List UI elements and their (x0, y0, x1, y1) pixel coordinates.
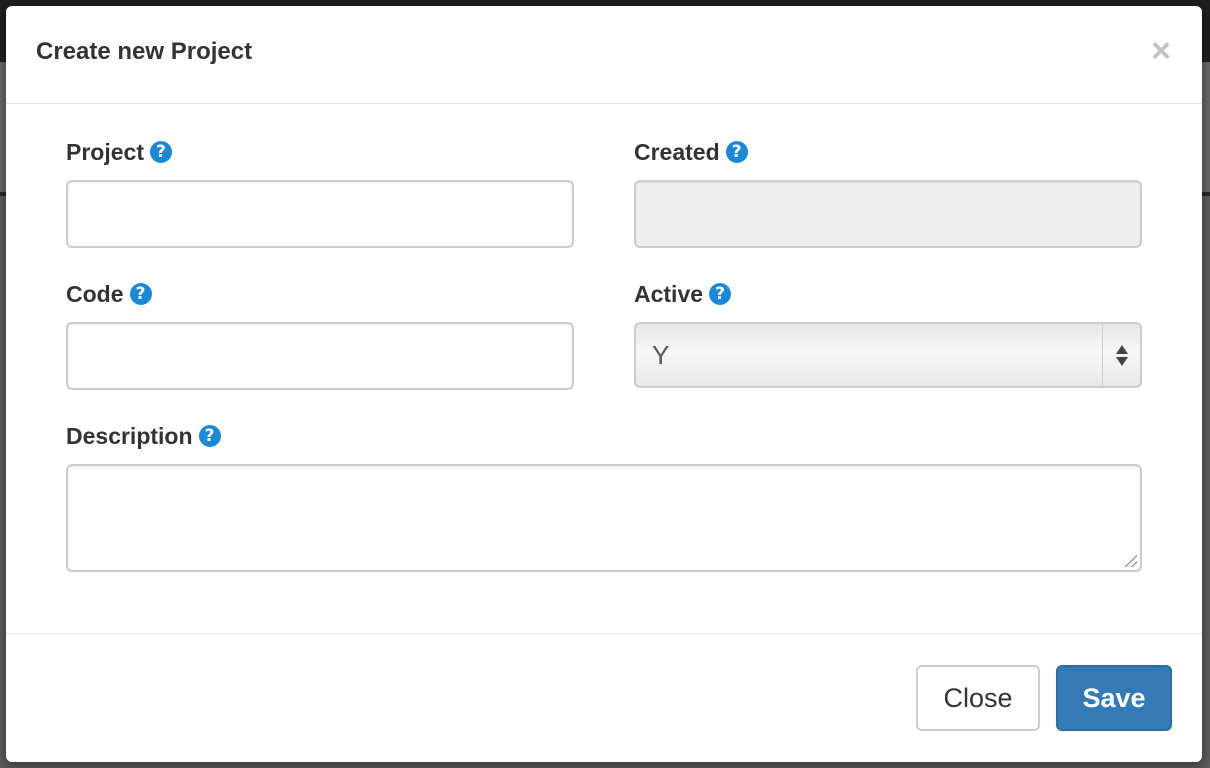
created-label-row: Created ? (634, 138, 748, 166)
active-label-row: Active ? (634, 280, 732, 308)
help-icon[interactable]: ? (725, 141, 748, 163)
description-label-row: Description ? (66, 422, 221, 450)
active-label: Active (634, 281, 704, 307)
active-select[interactable]: Y (634, 322, 1142, 388)
resize-grip-icon[interactable] (1123, 553, 1137, 567)
help-icon[interactable]: ? (129, 283, 152, 305)
close-icon[interactable]: × (1146, 34, 1176, 68)
created-label: Created (634, 139, 720, 165)
dialog-title: Create new Project (36, 38, 253, 65)
code-label: Code (66, 281, 124, 307)
project-label-row: Project ? (66, 138, 172, 166)
description-label: Description (66, 423, 193, 449)
code-label-row: Code ? (66, 280, 152, 308)
arrow-up-icon (1115, 344, 1128, 354)
close-button[interactable]: Close (916, 665, 1040, 731)
save-button[interactable]: Save (1056, 665, 1172, 731)
project-label: Project (66, 139, 144, 165)
code-input[interactable] (66, 322, 574, 390)
help-icon[interactable]: ? (149, 141, 172, 163)
dialog-footer: Close Save (6, 633, 1202, 762)
dialog-header: Create new Project × (6, 6, 1202, 104)
select-arrows-icon (1102, 324, 1140, 386)
help-icon[interactable]: ? (198, 425, 221, 447)
help-icon[interactable]: ? (709, 283, 732, 305)
create-project-dialog: Create new Project × Project ? Created ?… (6, 6, 1202, 762)
description-textarea[interactable] (66, 464, 1142, 572)
created-input (634, 180, 1142, 248)
project-input[interactable] (66, 180, 574, 248)
arrow-down-icon (1115, 356, 1128, 366)
active-select-value: Y (652, 340, 670, 370)
